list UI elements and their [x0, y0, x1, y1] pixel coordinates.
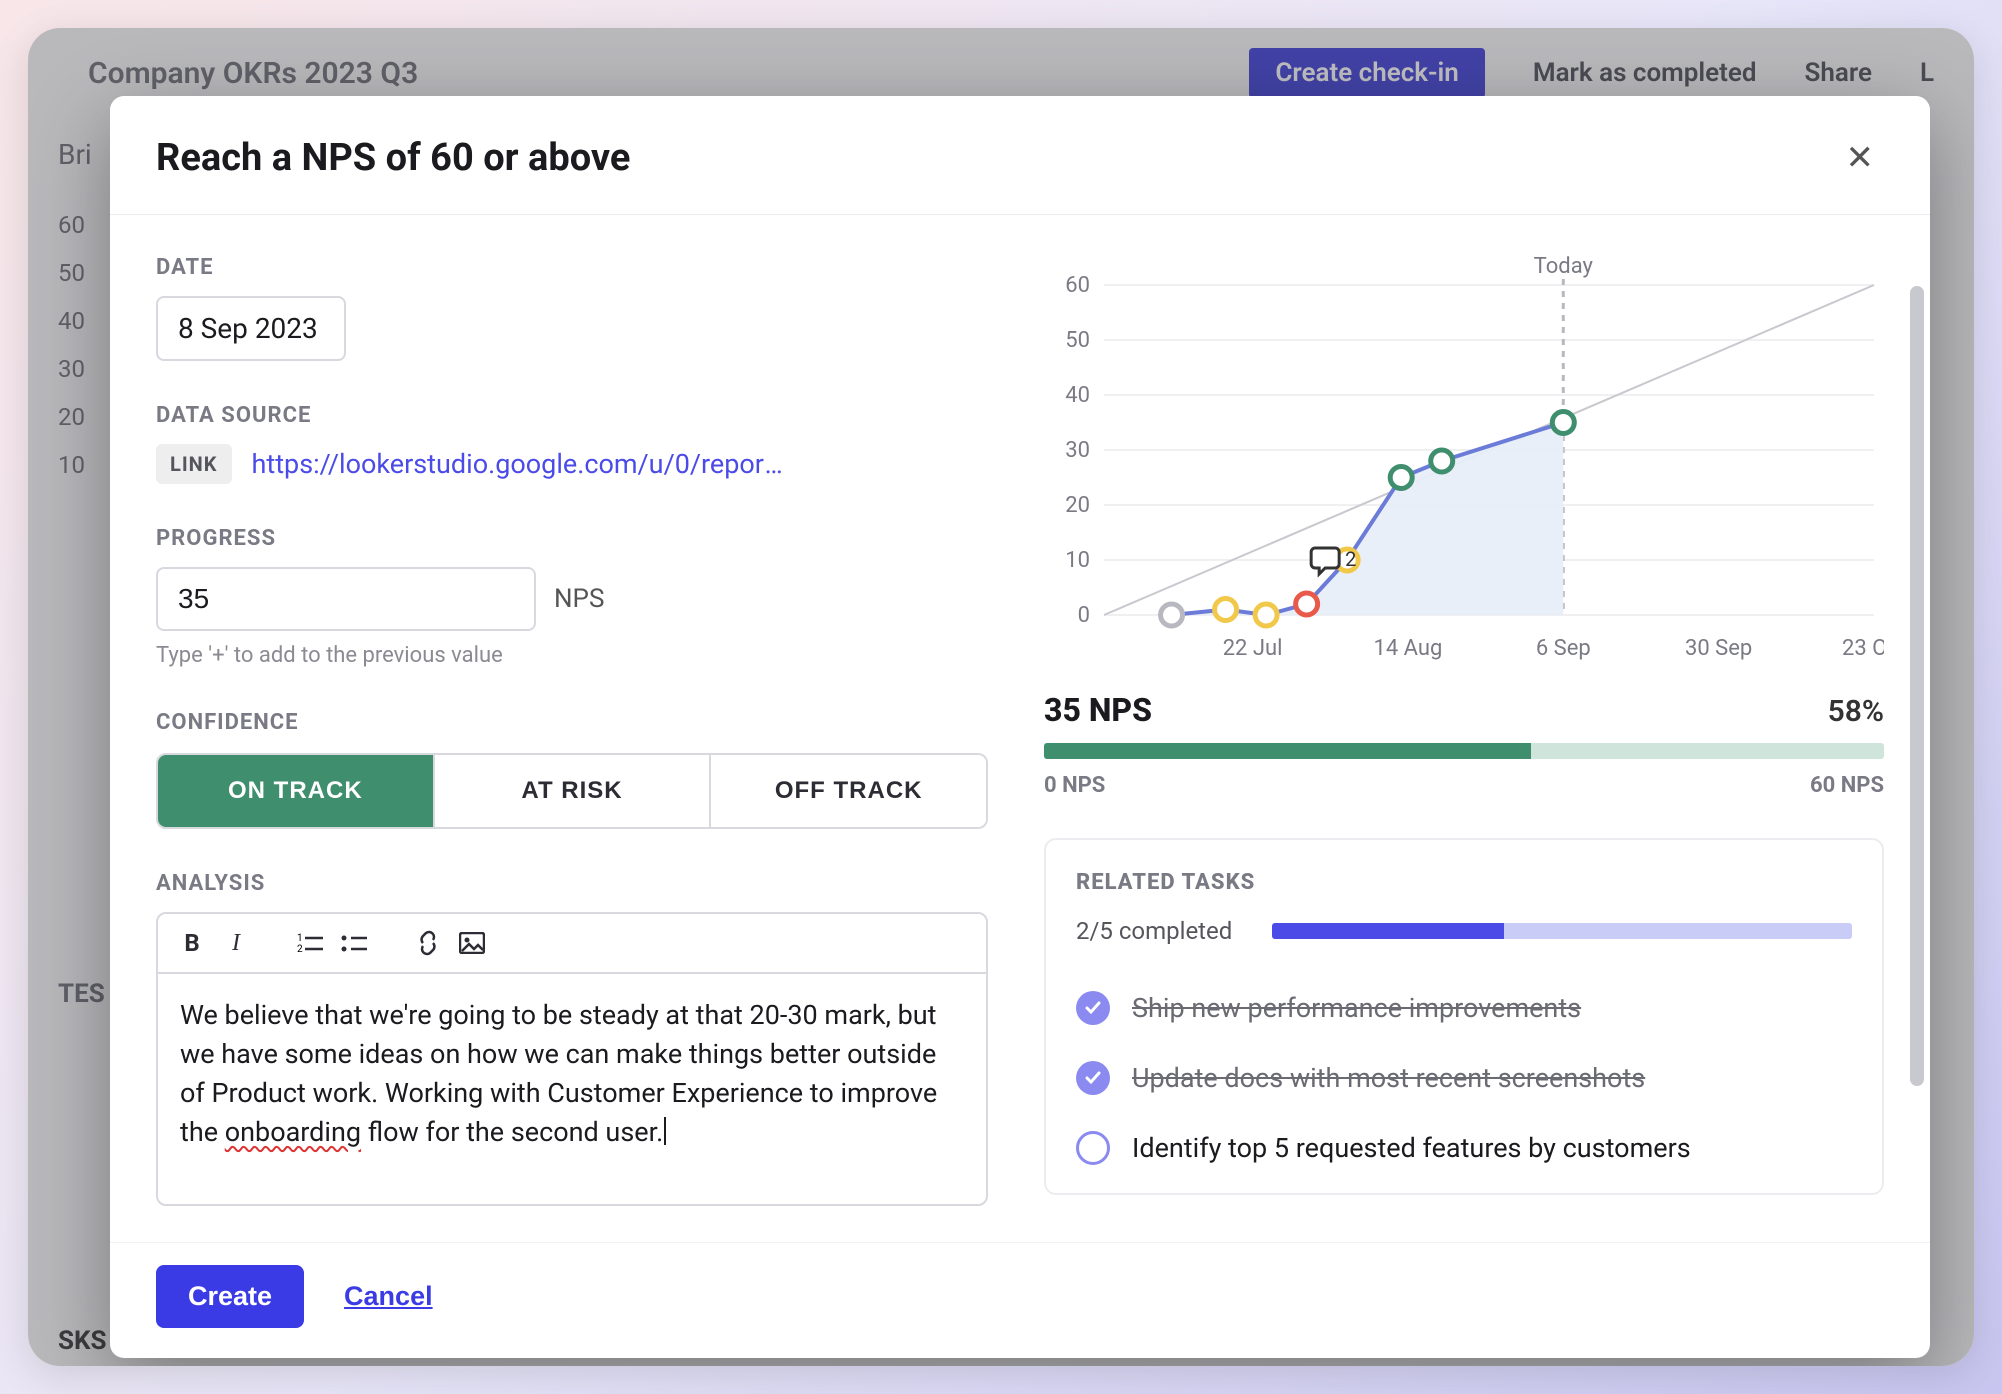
close-icon: ✕: [1846, 139, 1875, 177]
svg-text:23 Oct: 23 Oct: [1842, 636, 1884, 661]
analysis-text-b: flow for the second user.: [361, 1116, 663, 1148]
svg-text:30: 30: [1065, 438, 1090, 463]
insight-column: 0 10 20 30 40 50 60 22 Jul 14 Aug 6 Sep 30 Sep 23 O…: [1044, 255, 1884, 1242]
progress-unit: NPS: [554, 584, 604, 614]
confidence-label: CONFIDENCE: [156, 710, 988, 735]
date-label: DATE: [156, 255, 988, 280]
modal-scrollbar[interactable]: [1910, 286, 1924, 1086]
metric-progress-bar: [1044, 743, 1884, 759]
date-input[interactable]: 8 Sep 2023: [156, 296, 346, 361]
cancel-button[interactable]: Cancel: [344, 1281, 433, 1312]
unordered-list-icon: [341, 932, 367, 954]
svg-text:1: 1: [297, 933, 303, 944]
progress-input[interactable]: [156, 567, 536, 631]
link-icon: [415, 930, 441, 956]
progress-label: PROGRESS: [156, 526, 988, 551]
task-item[interactable]: Update docs with most recent screenshots: [1076, 1043, 1852, 1113]
editor-toolbar: B I 12: [158, 914, 986, 974]
analysis-squiggle: onboarding: [225, 1116, 361, 1148]
tasks-progress-bar: [1272, 923, 1852, 939]
image-button[interactable]: [450, 924, 494, 962]
analysis-label: ANALYSIS: [156, 871, 988, 896]
confidence-option-on-track[interactable]: ON TRACK: [158, 755, 433, 827]
progress-chart: 0 10 20 30 40 50 60 22 Jul 14 Aug 6 Sep 30 Sep 23 O…: [1044, 255, 1884, 679]
link-button[interactable]: [406, 924, 450, 962]
bold-button[interactable]: B: [170, 924, 214, 962]
text-caret: [664, 1117, 666, 1145]
svg-text:20: 20: [1065, 493, 1090, 518]
svg-text:14 Aug: 14 Aug: [1373, 636, 1442, 661]
task-label: Identify top 5 requested features by cus…: [1132, 1132, 1691, 1164]
confidence-option-off-track[interactable]: OFF TRACK: [709, 755, 986, 827]
svg-text:60: 60: [1065, 273, 1090, 298]
form-column: DATE 8 Sep 2023 DATA SOURCE LINK https:/…: [156, 255, 988, 1242]
close-button[interactable]: ✕: [1836, 132, 1885, 184]
task-label: Update docs with most recent screenshots: [1132, 1062, 1645, 1094]
modal-title: Reach a NPS of 60 or above: [156, 136, 630, 180]
svg-text:Today: Today: [1534, 255, 1594, 279]
metric-range-end: 60 NPS: [1810, 773, 1884, 798]
svg-text:30 Sep: 30 Sep: [1685, 636, 1752, 661]
italic-button[interactable]: I: [214, 924, 258, 962]
metric-value: 35 NPS: [1044, 691, 1152, 729]
task-item[interactable]: Ship new performance improvements: [1076, 973, 1852, 1043]
svg-text:50: 50: [1065, 328, 1090, 353]
analysis-editor: B I 12: [156, 912, 988, 1206]
related-tasks-card: RELATED TASKS 2/5 completed Ship new per…: [1044, 838, 1884, 1195]
metric-progress-fill: [1044, 743, 1531, 759]
task-item[interactable]: Identify top 5 requested features by cus…: [1076, 1113, 1852, 1183]
data-source-link[interactable]: https://lookerstudio.google.com/u/0/repo…: [252, 448, 792, 480]
svg-text:2: 2: [1345, 547, 1356, 571]
create-button[interactable]: Create: [156, 1265, 304, 1328]
analysis-textarea[interactable]: We believe that we're going to be steady…: [158, 974, 986, 1204]
metric-percent: 58%: [1828, 694, 1884, 729]
svg-text:2: 2: [297, 944, 303, 954]
svg-text:40: 40: [1065, 383, 1090, 408]
svg-text:6 Sep: 6 Sep: [1536, 636, 1591, 661]
app-window: Company OKRs 2023 Q3 Create check-in Mar…: [28, 28, 1974, 1366]
svg-text:0: 0: [1078, 603, 1090, 628]
unordered-list-button[interactable]: [332, 924, 376, 962]
ordered-list-icon: 12: [297, 932, 323, 954]
task-label: Ship new performance improvements: [1132, 992, 1581, 1024]
ordered-list-button[interactable]: 12: [288, 924, 332, 962]
image-icon: [459, 932, 485, 954]
checkbox-checked-icon[interactable]: [1076, 991, 1110, 1025]
link-badge: LINK: [156, 444, 232, 484]
tasks-progress-fill: [1272, 923, 1504, 939]
progress-hint: Type '+' to add to the previous value: [156, 643, 988, 668]
checkbox-checked-icon[interactable]: [1076, 1061, 1110, 1095]
related-tasks-heading: RELATED TASKS: [1076, 870, 1852, 895]
svg-text:22 Jul: 22 Jul: [1223, 636, 1283, 661]
data-source-label: DATA SOURCE: [156, 403, 988, 428]
svg-text:10: 10: [1065, 548, 1090, 573]
checkin-modal: Reach a NPS of 60 or above ✕ DATE 8 Sep …: [110, 96, 1930, 1358]
checkbox-unchecked-icon[interactable]: [1076, 1131, 1110, 1165]
metric-range-start: 0 NPS: [1044, 773, 1105, 798]
confidence-option-at-risk[interactable]: AT RISK: [433, 755, 710, 827]
confidence-toggle: ON TRACKAT RISKOFF TRACK: [156, 753, 988, 829]
tasks-completed-count: 2/5 completed: [1076, 917, 1246, 945]
